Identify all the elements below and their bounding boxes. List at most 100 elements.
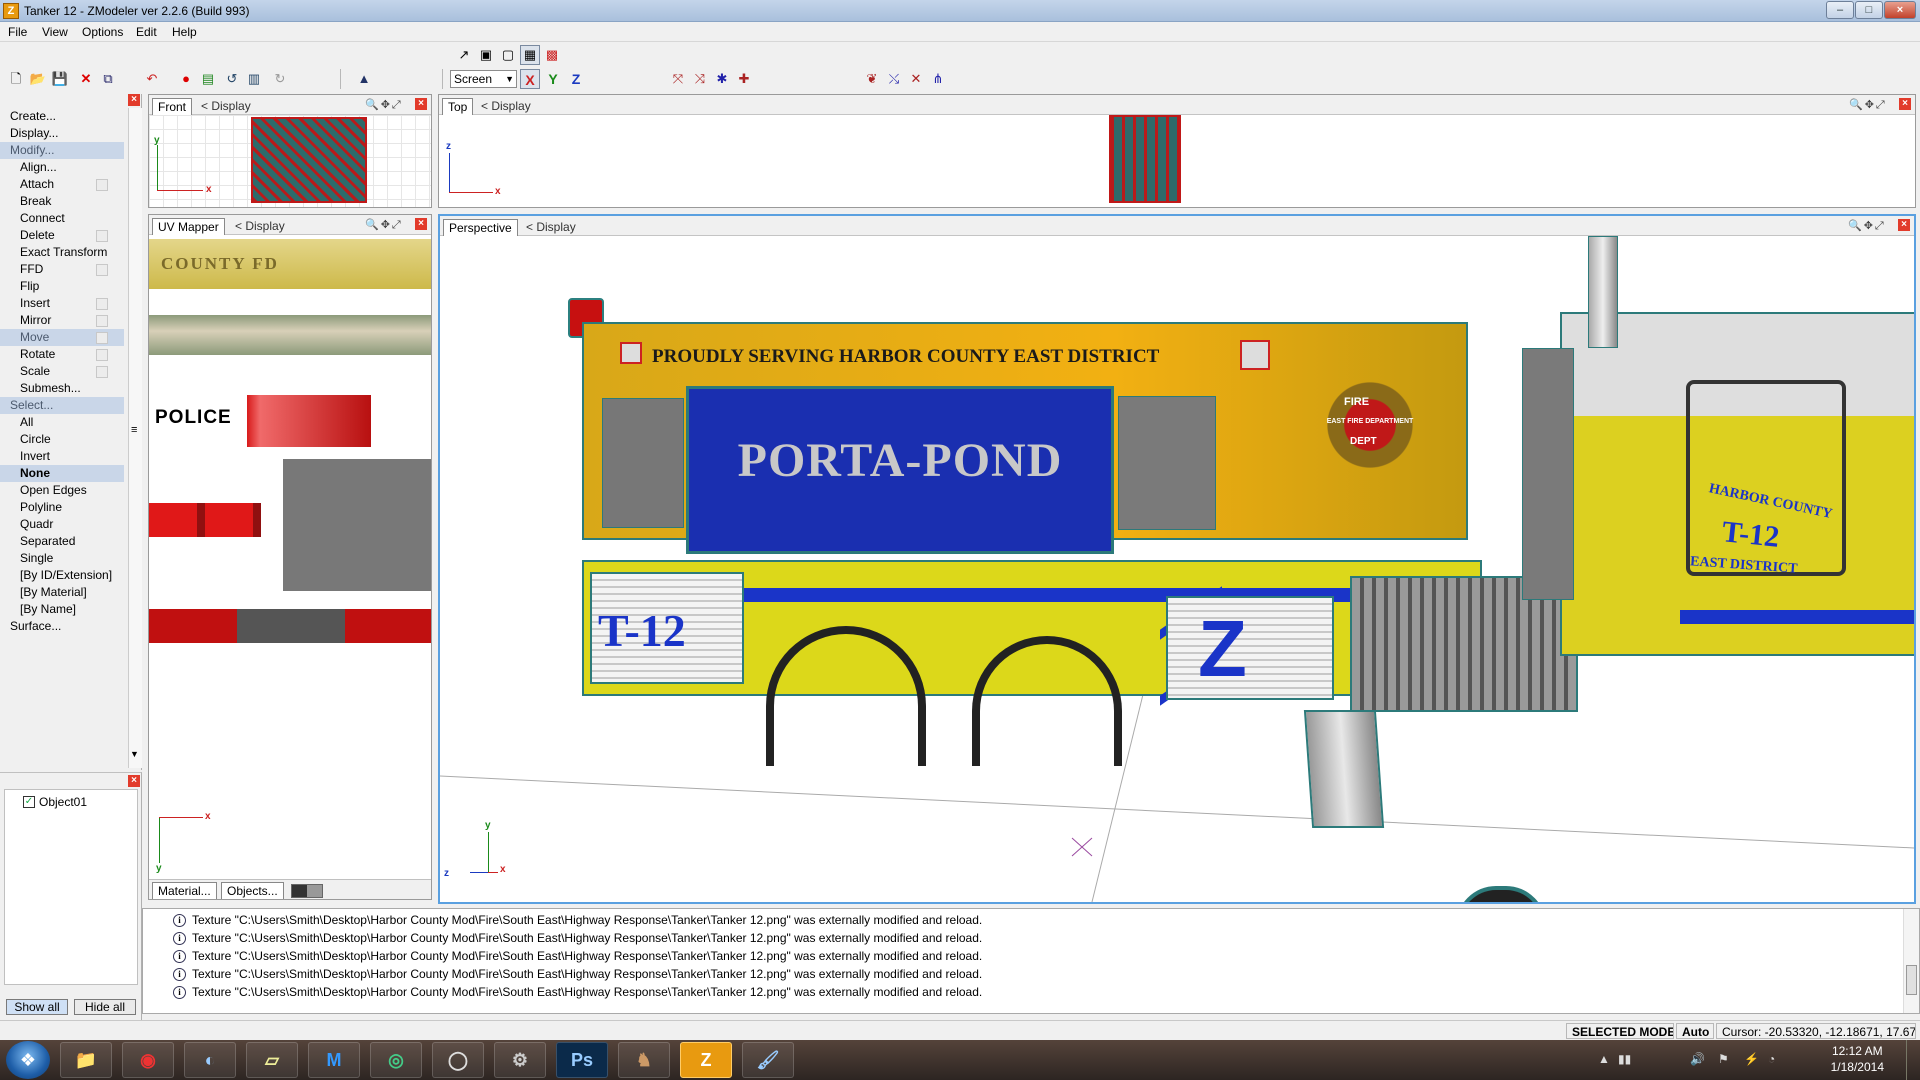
- taskbar-files-icon[interactable]: ▱: [246, 1042, 298, 1078]
- object-visible-checkbox[interactable]: ✓: [23, 796, 35, 808]
- command-item-circle[interactable]: Circle: [0, 431, 124, 448]
- transform-tool-icon[interactable]: ⤧: [668, 69, 688, 89]
- command-item-invert[interactable]: Invert: [0, 448, 124, 465]
- command-option-checkbox[interactable]: [96, 264, 108, 276]
- undo-red-icon[interactable]: ↶: [142, 69, 162, 89]
- front-viewport[interactable]: Front < Display 🔍✥⤢ × y x: [148, 94, 432, 208]
- command-item-display[interactable]: Display...: [0, 125, 124, 142]
- perspective-canvas[interactable]: PROUDLY SERVING HARBOR COUNTY EAST DISTR…: [440, 236, 1914, 902]
- delete-icon[interactable]: ✕: [76, 69, 96, 89]
- command-option-checkbox[interactable]: [96, 179, 108, 191]
- command-item-by-material[interactable]: [By Material]: [0, 584, 124, 601]
- taskbar-clock[interactable]: 12:12 AM 1/18/2014: [1831, 1043, 1884, 1075]
- command-item-modify[interactable]: Modify...: [0, 142, 124, 159]
- taskbar-updater-icon[interactable]: ◎: [370, 1042, 422, 1078]
- taskbar-disc-icon[interactable]: ◯: [432, 1042, 484, 1078]
- command-item-quadr[interactable]: Quadr: [0, 516, 124, 533]
- tray-expand-icon[interactable]: ▲: [1598, 1052, 1610, 1066]
- copy-icon[interactable]: ⧉: [98, 69, 118, 89]
- command-item-align[interactable]: Align...: [0, 159, 124, 176]
- menu-help[interactable]: Help: [172, 25, 197, 39]
- taskbar-malwarebytes-icon[interactable]: M: [308, 1042, 360, 1078]
- taskbar-zmodeler-icon[interactable]: Z: [680, 1042, 732, 1078]
- unlink-tool-icon[interactable]: ✕: [906, 69, 926, 89]
- close-icon[interactable]: ×: [1899, 98, 1911, 110]
- command-item-exact-transform[interactable]: Exact Transform: [0, 244, 124, 261]
- display-menu[interactable]: < Display: [235, 218, 285, 234]
- object-item[interactable]: Object01: [39, 795, 87, 809]
- taskbar-chrome-icon[interactable]: ◉: [122, 1042, 174, 1078]
- command-item-insert[interactable]: Insert: [0, 295, 124, 312]
- viewport-tool-icons[interactable]: 🔍✥⤢: [365, 218, 403, 232]
- command-item-all[interactable]: All: [0, 414, 124, 431]
- taskbar-steam-icon[interactable]: ⚙: [494, 1042, 546, 1078]
- coordinate-system-select[interactable]: Screen ▼: [450, 70, 517, 88]
- pointer-tool-icon[interactable]: ▲: [354, 69, 374, 89]
- taskbar-photoshop-icon[interactable]: Ps: [556, 1042, 608, 1078]
- record-icon[interactable]: ●: [176, 69, 196, 89]
- tray-network-signal-icon[interactable]: ⚑: [1718, 1052, 1729, 1066]
- tab-uv-mapper[interactable]: UV Mapper: [152, 218, 225, 235]
- axis-y-button[interactable]: Y: [543, 69, 563, 89]
- axis-z-button[interactable]: Z: [566, 69, 586, 89]
- command-item-single[interactable]: Single: [0, 550, 124, 567]
- bone-tool-icon[interactable]: ⤨: [690, 69, 710, 89]
- save-icon[interactable]: 💾: [50, 69, 70, 89]
- command-item-select[interactable]: Select...: [0, 397, 124, 414]
- command-item-none[interactable]: None: [0, 465, 124, 482]
- hierarchy-tool-icon[interactable]: ⋔: [928, 69, 948, 89]
- hide-all-button[interactable]: Hide all: [74, 999, 136, 1015]
- command-option-checkbox[interactable]: [96, 332, 108, 344]
- select-object-icon[interactable]: ▢: [498, 45, 518, 65]
- display-menu[interactable]: < Display: [526, 219, 576, 235]
- command-item-move[interactable]: Move: [0, 329, 124, 346]
- select-group-icon[interactable]: ▦: [520, 45, 540, 65]
- menu-file[interactable]: File: [8, 25, 27, 39]
- command-item-delete[interactable]: Delete: [0, 227, 124, 244]
- texture-swatch-icon[interactable]: [291, 884, 323, 898]
- redo-icon[interactable]: ↻: [270, 69, 290, 89]
- command-item-scale[interactable]: Scale: [0, 363, 124, 380]
- taskbar-game-icon[interactable]: ♞: [618, 1042, 670, 1078]
- select-all-icon[interactable]: ▩: [542, 45, 562, 65]
- show-all-button[interactable]: Show all: [6, 999, 68, 1015]
- material-button[interactable]: Material...: [152, 882, 217, 899]
- command-item-flip[interactable]: Flip: [0, 278, 124, 295]
- tab-top[interactable]: Top: [442, 98, 474, 115]
- command-item-rotate[interactable]: Rotate: [0, 346, 124, 363]
- log-scrollbar[interactable]: [1903, 909, 1919, 1013]
- command-item-polyline[interactable]: Polyline: [0, 499, 124, 516]
- command-item-by-id-extension[interactable]: [By ID/Extension]: [0, 567, 124, 584]
- command-item-separated[interactable]: Separated: [0, 533, 124, 550]
- scroll-thumb-grip-icon[interactable]: ≡: [131, 424, 137, 436]
- skeleton-tool-icon[interactable]: ✱: [712, 69, 732, 89]
- taskbar-media-icon[interactable]: ◐: [184, 1042, 236, 1078]
- taskbar-explorer-folder-icon[interactable]: 📁: [60, 1042, 112, 1078]
- taskbar-paint-icon[interactable]: 🖌: [742, 1042, 794, 1078]
- tab-perspective[interactable]: Perspective: [443, 219, 518, 236]
- close-button[interactable]: ×: [1884, 1, 1916, 19]
- close-icon[interactable]: ×: [128, 775, 140, 787]
- perspective-viewport[interactable]: Perspective < Display 🔍✥⤢ × PROUDLY SERV…: [438, 214, 1916, 904]
- start-button-windows-icon[interactable]: ❖: [6, 1041, 50, 1079]
- show-desktop-button[interactable]: [1906, 1040, 1920, 1080]
- front-canvas[interactable]: y x: [149, 115, 431, 207]
- objects-button[interactable]: Objects...: [221, 882, 284, 899]
- command-item-by-name[interactable]: [By Name]: [0, 601, 124, 618]
- command-item-open-edges[interactable]: Open Edges: [0, 482, 124, 499]
- tab-front[interactable]: Front: [152, 98, 193, 115]
- properties-icon[interactable]: ▥: [244, 69, 264, 89]
- scroll-down-arrow-icon[interactable]: ▼: [130, 749, 139, 759]
- link-tool-icon[interactable]: ⤯: [884, 69, 904, 89]
- render-icon[interactable]: ▤: [198, 69, 218, 89]
- menu-options[interactable]: Options: [82, 25, 123, 39]
- select-face-icon[interactable]: ▣: [476, 45, 496, 65]
- command-option-checkbox[interactable]: [96, 349, 108, 361]
- command-option-checkbox[interactable]: [96, 366, 108, 378]
- morph-tool-icon[interactable]: ❦: [862, 69, 882, 89]
- zmodeler-app-icon[interactable]: Z: [3, 3, 19, 19]
- command-scrollbar[interactable]: [128, 108, 142, 768]
- select-vertex-icon[interactable]: ↗: [454, 45, 474, 65]
- command-item-create[interactable]: Create...: [0, 108, 124, 125]
- command-option-checkbox[interactable]: [96, 230, 108, 242]
